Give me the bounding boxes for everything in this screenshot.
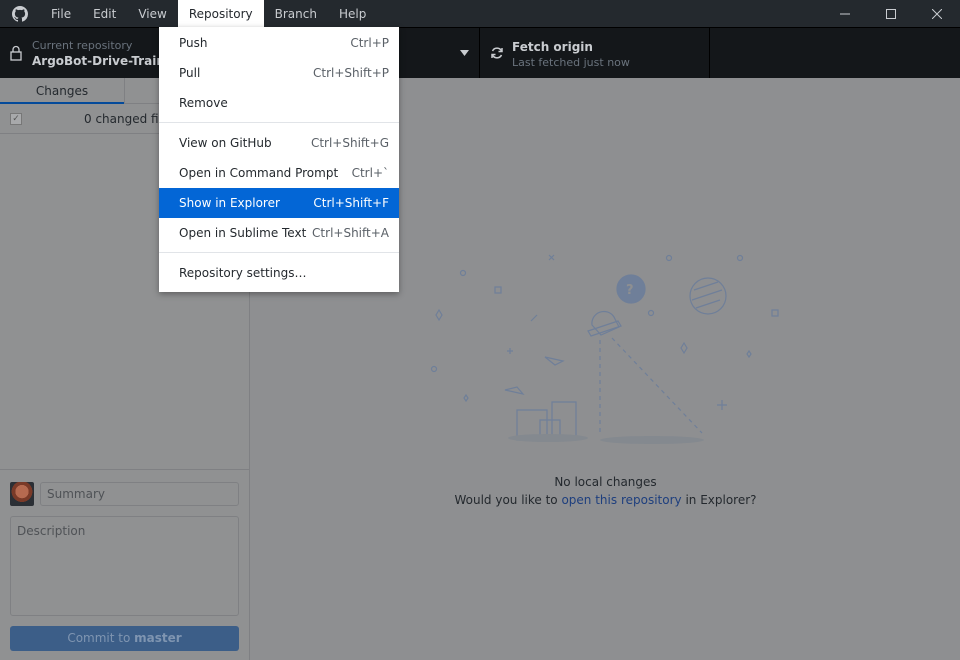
menu-item-show-in-explorer[interactable]: Show in Explorer Ctrl+Shift+F [159, 188, 399, 218]
menu-item-remove[interactable]: Remove [159, 88, 399, 118]
menu-item-label: Show in Explorer [179, 196, 280, 210]
menu-repository[interactable]: Repository [177, 0, 264, 27]
toolbar: Current repository ArgoBot-Drive-Trainin… [0, 27, 960, 78]
menu-view[interactable]: View [127, 0, 177, 27]
maximize-icon[interactable] [868, 0, 914, 27]
menu-item-shortcut: Ctrl+P [350, 36, 389, 50]
menu-separator [159, 122, 399, 123]
sync-icon [491, 47, 503, 59]
fetch-subtitle: Last fetched just now [512, 56, 630, 69]
commit-button[interactable]: Commit to master [10, 626, 239, 651]
close-icon[interactable] [914, 0, 960, 27]
menu-item-label: Pull [179, 66, 201, 80]
repository-label: Current repository [32, 39, 133, 52]
empty-state-prompt: Would you like to open this repository i… [251, 493, 960, 507]
menu-branch[interactable]: Branch [264, 0, 328, 27]
minimize-icon[interactable] [822, 0, 868, 27]
menu-item-push[interactable]: Push Ctrl+P [159, 28, 399, 58]
description-input[interactable]: Description [10, 516, 239, 616]
commit-branch: master [134, 631, 182, 645]
menu-item-repository-settings[interactable]: Repository settings… [159, 258, 399, 288]
menu-item-label: Open in Sublime Text [179, 226, 307, 240]
menu-item-shortcut: Ctrl+Shift+F [313, 196, 389, 210]
github-logo-icon [0, 5, 40, 22]
repository-menu: Push Ctrl+P Pull Ctrl+Shift+P Remove View … [159, 27, 399, 292]
menu-edit[interactable]: Edit [82, 0, 127, 27]
menu-item-open-command-prompt[interactable]: Open in Command Prompt Ctrl+` [159, 158, 399, 188]
title-bar: File Edit View Repository Branch Help [0, 0, 960, 27]
svg-text:?: ? [626, 283, 634, 298]
commit-panel: Summary Description Commit to master [0, 469, 249, 660]
avatar [10, 482, 34, 506]
menu-item-open-sublime[interactable]: Open in Sublime Text Ctrl+Shift+A [159, 218, 399, 248]
lock-icon [10, 45, 22, 61]
open-repository-link[interactable]: open this repository [561, 493, 681, 507]
prompt-text: Would you like to [454, 493, 562, 507]
empty-state-title: No local changes [554, 475, 657, 489]
menu-item-view-on-github[interactable]: View on GitHub Ctrl+Shift+G [159, 128, 399, 158]
chevron-down-icon [460, 50, 469, 56]
menu-item-label: View on GitHub [179, 136, 272, 150]
menu-item-label: Open in Command Prompt [179, 166, 339, 180]
menu-separator [159, 252, 399, 253]
tab-changes[interactable]: Changes [0, 78, 124, 104]
menu-file[interactable]: File [40, 0, 82, 27]
menu-item-shortcut: Ctrl+Shift+P [313, 66, 389, 80]
menu-item-label: Remove [179, 96, 228, 110]
menu-item-shortcut: Ctrl+Shift+G [310, 136, 389, 150]
commit-prefix: Commit to [67, 631, 135, 645]
empty-state-illustration: ? [430, 254, 779, 444]
fetch-origin-button[interactable]: Fetch origin Last fetched just now [480, 28, 710, 78]
select-all-checkbox[interactable]: ✓ [10, 112, 22, 125]
fetch-title: Fetch origin [512, 40, 593, 54]
menu-item-label: Repository settings… [179, 266, 307, 280]
menu-item-shortcut: Ctrl+` [351, 166, 389, 180]
menu-help[interactable]: Help [328, 0, 377, 27]
menu-item-label: Push [179, 36, 208, 50]
menu-item-pull[interactable]: Pull Ctrl+Shift+P [159, 58, 399, 88]
prompt-text-end: in Explorer? [681, 493, 757, 507]
summary-input[interactable]: Summary [40, 482, 239, 506]
menu-item-shortcut: Ctrl+Shift+A [312, 226, 389, 240]
